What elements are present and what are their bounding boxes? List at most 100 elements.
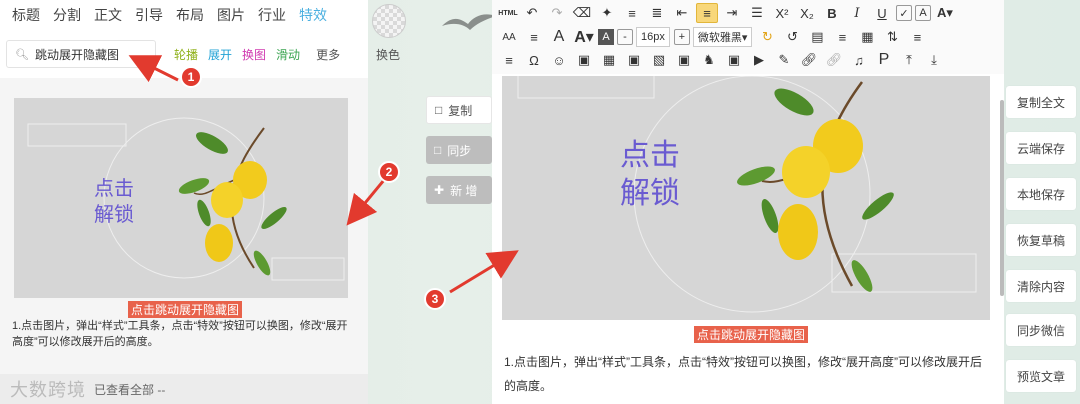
image-icon[interactable]: ▣: [623, 50, 645, 70]
sync-label: 同步: [447, 143, 472, 158]
annotation-badge-1: 1: [180, 66, 202, 88]
top-icon[interactable]: ⤒: [898, 50, 920, 70]
back-icon[interactable]: ↺: [781, 27, 803, 47]
line-height-icon[interactable]: ≣: [646, 3, 668, 23]
decrease-size-icon[interactable]: -: [617, 29, 633, 45]
copy-label: 复制: [448, 103, 473, 118]
align-left-icon[interactable]: ⇤: [671, 3, 693, 23]
eraser-icon[interactable]: ⌫: [571, 3, 593, 23]
italic-icon[interactable]: I: [846, 3, 868, 23]
html-source-icon[interactable]: HTML: [498, 3, 518, 23]
pattern-icon[interactable]: ▧: [648, 50, 670, 70]
subtab-slide[interactable]: 滑动: [276, 46, 300, 63]
subtab-expand[interactable]: 展开: [208, 46, 232, 63]
subtab-more[interactable]: 更多: [316, 46, 340, 63]
search-box[interactable]: 🔍︎: [6, 40, 156, 68]
background-color-icon[interactable]: A: [598, 29, 614, 45]
clear-font-icon[interactable]: A: [548, 27, 570, 47]
case-icon[interactable]: AA: [498, 27, 520, 47]
unlink-icon[interactable]: 🔗︎: [823, 50, 845, 70]
bottom-icon[interactable]: ⤓: [923, 50, 945, 70]
search-input[interactable]: [34, 47, 145, 61]
font-family-select[interactable]: 微软雅黑 ▾: [692, 27, 753, 47]
stamp-icon[interactable]: ♞: [698, 50, 720, 70]
cloud-save-button[interactable]: 云端保存: [1006, 132, 1076, 164]
strikethrough-icon[interactable]: ≡: [523, 27, 545, 47]
align-right-icon[interactable]: ⇥: [721, 3, 743, 23]
paragraph-mark-icon[interactable]: P: [873, 50, 895, 70]
subscript-icon[interactable]: X₂: [796, 3, 818, 23]
change-color-label[interactable]: 换色: [376, 46, 400, 63]
underline-icon[interactable]: U: [871, 3, 893, 23]
redo-icon[interactable]: ↷: [546, 3, 568, 23]
tab-body[interactable]: 正文: [94, 5, 122, 25]
align-center-icon[interactable]: ≡: [696, 3, 718, 23]
wechat-image-icon[interactable]: ▣: [673, 50, 695, 70]
template-preview-image[interactable]: 点击 解锁: [14, 98, 348, 298]
tab-effects[interactable]: 特效: [299, 5, 327, 25]
text-box-icon[interactable]: A: [915, 5, 931, 21]
bookmark-icon[interactable]: ▣: [723, 50, 745, 70]
tab-guide[interactable]: 引导: [135, 5, 163, 25]
unlock-text-line2: 解锁: [94, 202, 134, 226]
editor-area: HTML ↶ ↷ ⌫ ✦ ≡ ≣ ⇤ ≡ ⇥ ☰ X² X₂ B I U ✓ A…: [492, 0, 1004, 404]
editor-scrollbar[interactable]: [1000, 100, 1004, 296]
preview-article-button[interactable]: 预览文章: [1006, 360, 1076, 392]
paragraph-icon[interactable]: ≡: [831, 27, 853, 47]
font-size-icon[interactable]: A▾: [573, 27, 595, 47]
line-spacing-icon[interactable]: ⇅: [881, 27, 903, 47]
local-save-button[interactable]: 本地保存: [1006, 178, 1076, 210]
editor-image[interactable]: 点击 解锁: [502, 76, 990, 320]
add-label: 新 增: [450, 183, 478, 198]
tab-industry[interactable]: 行业: [258, 5, 286, 25]
copy-all-button[interactable]: 复制全文: [1006, 86, 1076, 118]
brand-watermark: 大数跨境: [10, 380, 86, 400]
columns-icon[interactable]: ▤: [806, 27, 828, 47]
font-color-icon[interactable]: A▾: [934, 3, 956, 23]
sync-wechat-button[interactable]: 同步微信: [1006, 314, 1076, 346]
template-icon[interactable]: ▣: [573, 50, 595, 70]
plus-icon: ✚: [434, 183, 445, 197]
omega-icon[interactable]: Ω: [523, 50, 545, 70]
search-icon: 🔍︎: [15, 48, 29, 61]
increase-size-icon[interactable]: +: [673, 29, 690, 45]
forward-icon[interactable]: ↻: [756, 27, 778, 47]
editor-toolbar: HTML ↶ ↷ ⌫ ✦ ≡ ≣ ⇤ ≡ ⇥ ☰ X² X₂ B I U ✓ A…: [492, 0, 1004, 74]
font-size-select[interactable]: 16px: [636, 27, 670, 47]
add-button[interactable]: ✚ 新 增: [426, 176, 492, 204]
more-format-icon[interactable]: ≡: [498, 50, 520, 70]
status-text: 已查看全部 --: [94, 382, 166, 397]
unlock-text-line2-large: 解锁: [620, 176, 680, 211]
subtab-carousel[interactable]: 轮播: [174, 46, 198, 63]
table-icon[interactable]: ▦: [598, 50, 620, 70]
tab-title[interactable]: 标题: [12, 5, 40, 25]
caption-highlight: 点击跳动展开隐藏图: [128, 301, 243, 318]
undo-icon[interactable]: ↶: [521, 3, 543, 23]
clear-content-button[interactable]: 清除内容: [1006, 270, 1076, 302]
emoji-icon[interactable]: ☺: [548, 50, 570, 70]
checkbox-icon[interactable]: ✓: [896, 5, 912, 21]
sync-button[interactable]: □ 同步: [426, 136, 492, 164]
indent-icon[interactable]: ≡: [621, 3, 643, 23]
list-icon[interactable]: ≡: [906, 27, 928, 47]
restore-draft-button[interactable]: 恢复草稿: [1006, 224, 1076, 256]
brush-icon[interactable]: ✎: [773, 50, 795, 70]
video-icon[interactable]: ▶: [748, 50, 770, 70]
link-icon[interactable]: 🔗︎: [798, 50, 820, 70]
category-tabs: 标题 分割 正文 引导 布局 图片 行业 特效: [0, 0, 368, 30]
justify-icon[interactable]: ☰: [746, 3, 768, 23]
unlock-text-line1-large: 点击: [620, 138, 680, 173]
unlock-text-line1: 点击: [94, 176, 134, 200]
subtab-swap-image[interactable]: 换图: [242, 46, 266, 63]
superscript-icon[interactable]: X²: [771, 3, 793, 23]
color-swatch[interactable]: [372, 4, 406, 38]
format-painter-icon[interactable]: ✦: [596, 3, 618, 23]
music-icon[interactable]: ♫: [848, 50, 870, 70]
editor-caption-highlight: 点击跳动展开隐藏图: [694, 326, 809, 343]
tab-image[interactable]: 图片: [217, 5, 245, 25]
tab-layout[interactable]: 布局: [176, 5, 204, 25]
bold-icon[interactable]: B: [821, 3, 843, 23]
copy-format-icon[interactable]: ▦: [856, 27, 878, 47]
tab-divider[interactable]: 分割: [53, 5, 81, 25]
copy-button[interactable]: □ 复制: [426, 96, 492, 124]
